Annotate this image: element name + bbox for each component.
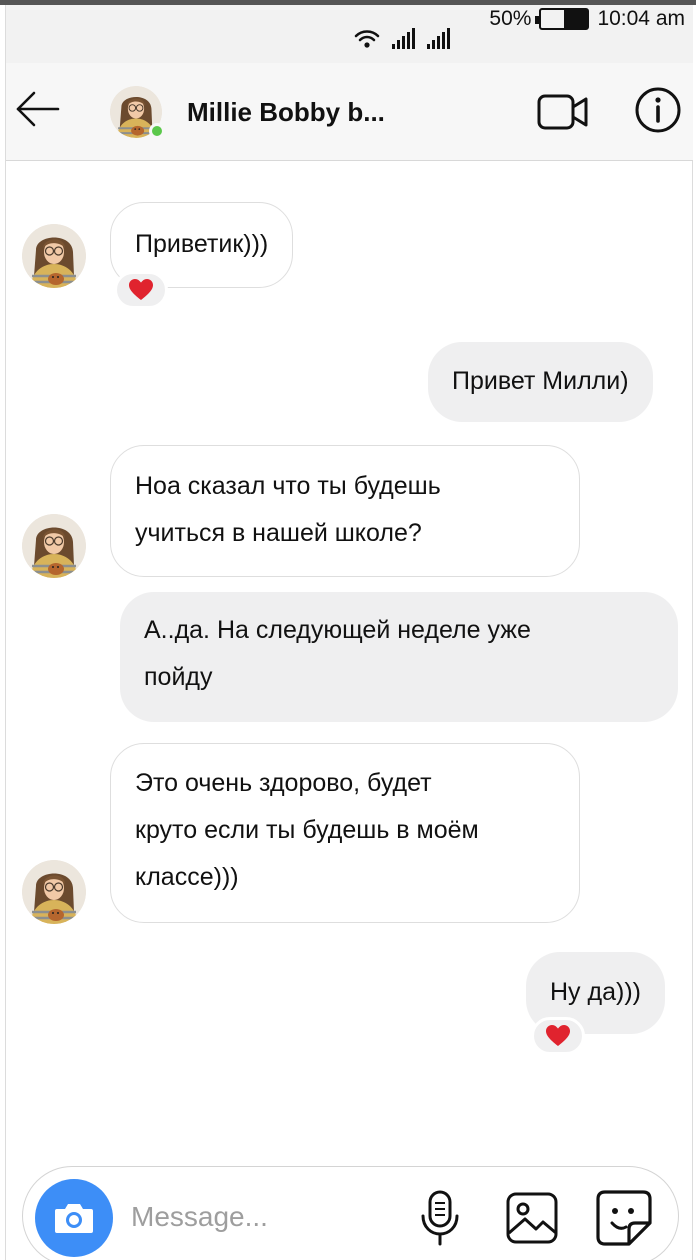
status-right: 50% 10:04 am xyxy=(489,7,685,31)
sender-avatar[interactable] xyxy=(22,860,86,924)
battery-percent: 50% xyxy=(489,7,532,30)
message-line: Ноа сказал что ты будешь xyxy=(135,472,441,500)
status-icons xyxy=(354,27,450,49)
message-text: Привет Милли) xyxy=(452,367,629,395)
message-line: пойду xyxy=(144,663,213,691)
reaction-badge[interactable] xyxy=(531,1017,585,1055)
contact-name[interactable]: Millie Bobby b... xyxy=(187,97,385,128)
sender-avatar[interactable] xyxy=(22,514,86,578)
gallery-icon[interactable] xyxy=(505,1191,559,1245)
clock: 10:04 am xyxy=(597,7,685,30)
sender-avatar[interactable] xyxy=(22,224,86,288)
message-text: Приветик))) xyxy=(135,230,269,258)
message-bubble-incoming[interactable]: Это очень здорово, будет круто если ты б… xyxy=(110,743,580,923)
heart-icon xyxy=(129,279,153,300)
message-line: учиться в нашей школе? xyxy=(135,519,422,547)
back-arrow-icon[interactable] xyxy=(14,89,62,129)
message-input[interactable] xyxy=(131,1193,391,1241)
message-text: Ну да))) xyxy=(550,978,641,1006)
message-composer xyxy=(22,1166,679,1260)
camera-button[interactable] xyxy=(35,1179,113,1257)
message-bubble-incoming[interactable]: Ноа сказал что ты будешь учиться в нашей… xyxy=(110,445,580,577)
status-bar: 50% 10:04 am xyxy=(6,5,693,63)
signal-icon xyxy=(392,27,415,49)
message-line: круто если ты будешь в моём xyxy=(135,816,479,844)
message-bubble-outgoing[interactable]: Привет Милли) xyxy=(428,342,653,422)
microphone-icon[interactable] xyxy=(418,1189,462,1247)
left-edge xyxy=(5,5,6,1260)
info-icon[interactable] xyxy=(634,86,682,134)
message-line: А..да. На следующей неделе уже xyxy=(144,616,531,644)
chat-screen: 50% 10:04 am Millie Bobby b... Приветик)… xyxy=(0,0,696,1260)
contact-avatar[interactable] xyxy=(110,86,165,139)
message-line: классе))) xyxy=(135,863,239,891)
sticker-icon[interactable] xyxy=(595,1189,653,1247)
reaction-badge[interactable] xyxy=(114,271,168,309)
wifi-icon xyxy=(354,30,380,48)
chat-header: Millie Bobby b... xyxy=(6,63,693,161)
online-indicator xyxy=(149,123,165,139)
heart-icon xyxy=(546,1025,570,1046)
video-call-icon[interactable] xyxy=(536,90,590,134)
camera-icon xyxy=(55,1204,93,1233)
battery-icon xyxy=(535,8,590,30)
signal-icon xyxy=(427,27,450,49)
message-line: Это очень здорово, будет xyxy=(135,769,432,797)
message-bubble-outgoing[interactable]: А..да. На следующей неделе уже пойду xyxy=(120,592,678,722)
right-edge xyxy=(692,5,693,1260)
